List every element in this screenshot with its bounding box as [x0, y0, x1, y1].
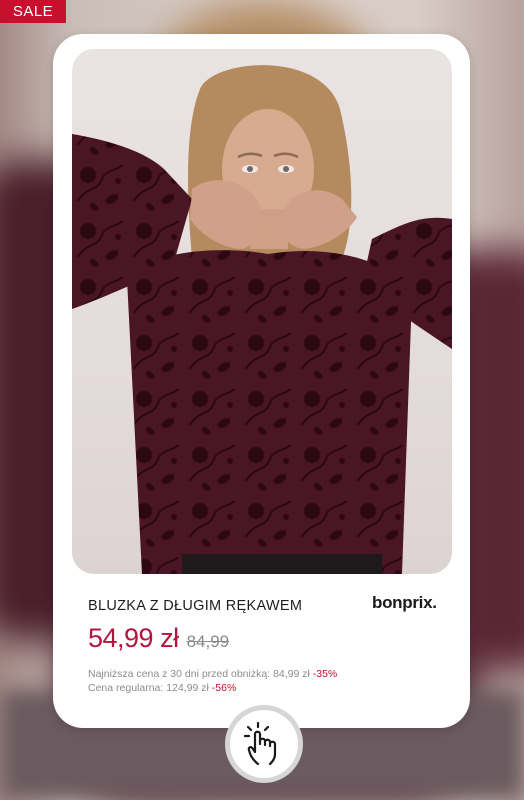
product-card[interactable]: BLUZKA Z DŁUGIM RĘKAWEM bonprix. 54,99 z…: [53, 34, 470, 728]
regular-price-discount: -56%: [211, 682, 237, 694]
product-image[interactable]: [72, 49, 452, 574]
tap-hand-icon: [244, 722, 277, 766]
lowest-price-discount: -35%: [312, 668, 338, 680]
sale-price: 54,99 zł: [88, 623, 179, 653]
original-price: 84,99: [186, 632, 230, 651]
regular-price-label: Cena regularna: 124,99 zł: [88, 682, 209, 694]
lowest-price-note: Najniższa cena z 30 dni przed obniżką: 8…: [88, 668, 337, 680]
sale-badge: SALE: [0, 0, 66, 23]
price-row: 54,99 zł 84,99: [88, 623, 229, 654]
brand-logo: bonprix.: [372, 593, 437, 612]
product-photo-illustration: [72, 65, 452, 574]
lowest-price-label: Najniższa cena z 30 dni przed obniżką: 8…: [88, 668, 310, 680]
regular-price-note: Cena regularna: 124,99 zł -56%: [88, 682, 236, 694]
product-name: BLUZKA Z DŁUGIM RĘKAWEM: [88, 598, 303, 614]
tap-button[interactable]: [225, 705, 303, 783]
